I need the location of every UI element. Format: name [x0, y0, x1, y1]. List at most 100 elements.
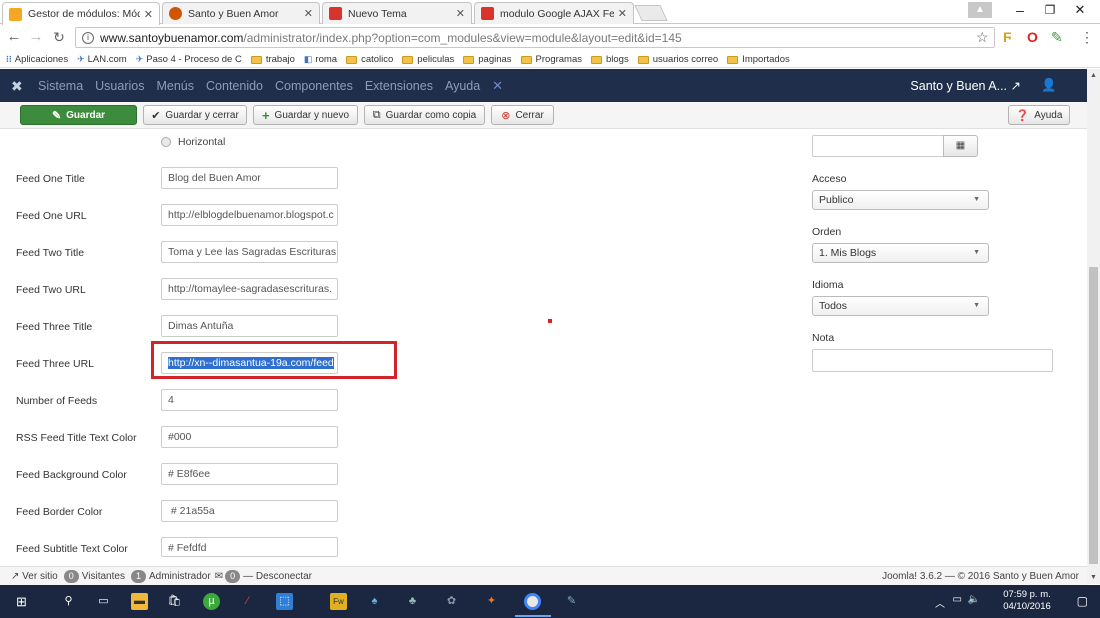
date-input[interactable] [812, 135, 944, 157]
notification-icon[interactable]: ▢ [1077, 594, 1088, 608]
help-button[interactable]: ❓ Ayuda [1008, 105, 1070, 125]
menu-menus[interactable]: Menús [156, 79, 194, 93]
chevron-up-icon[interactable]: ︿ [935, 595, 945, 610]
bookmark-catolico[interactable]: catolico [346, 54, 393, 65]
window-close-icon[interactable]: ✕ [1063, 0, 1097, 22]
utorrent-icon[interactable]: µ [203, 593, 220, 610]
radio-icon[interactable] [161, 137, 171, 147]
view-site-link[interactable]: ↗ Ver sitio [11, 571, 58, 582]
bookmark-programas[interactable]: Programas [520, 54, 582, 65]
number-of-feeds-input[interactable]: 4 [161, 389, 338, 411]
joomla-logo-icon[interactable]: ✖ [11, 79, 25, 93]
user-icon[interactable]: 👤 [1041, 78, 1057, 93]
app-pen-icon[interactable]: ✎ [563, 593, 580, 610]
bookmark-blogs[interactable]: blogs [591, 54, 629, 65]
close-icon[interactable]: ✕ [618, 7, 627, 20]
save-new-button[interactable]: + Guardar y nuevo [253, 105, 358, 125]
store-icon[interactable]: 🛍 [166, 593, 183, 610]
title-text-color-input[interactable]: #000 [161, 426, 338, 448]
feed-two-title-input[interactable]: Toma y Lee las Sagradas Escrituras [161, 241, 338, 263]
profile-icon[interactable]: ▲ [968, 2, 992, 18]
joomla-x-icon[interactable]: ✕ [492, 78, 503, 94]
scroll-up-icon[interactable]: ▲ [1087, 69, 1100, 82]
bookmark-peliculas[interactable]: peliculas [402, 54, 454, 65]
logout-link[interactable]: — Desconectar [243, 571, 312, 582]
extension-icon[interactable]: Ϝ [1003, 29, 1012, 45]
tool-icon[interactable]: ⁄ [239, 593, 256, 610]
scroll-down-icon[interactable]: ▼ [1087, 571, 1100, 584]
order-select[interactable]: 1. Mis Blogs ▼ [812, 243, 989, 263]
clock[interactable]: 07:59 p. m. 04/10/2016 [994, 589, 1060, 613]
bookmark-trabajo[interactable]: trabajo [250, 54, 295, 65]
tab-modulo-google[interactable]: modulo Google AJAX Fe ✕ [474, 2, 634, 24]
mail-icon[interactable]: ✉ [215, 571, 223, 582]
save-button[interactable]: ✎ Guardar [20, 105, 137, 125]
access-select[interactable]: Publico ▼ [812, 190, 989, 210]
menu-ayuda[interactable]: Ayuda [445, 79, 480, 93]
bookmark-importados[interactable]: Importados [727, 54, 790, 65]
bookmark-roma[interactable]: ◧ roma [304, 54, 337, 65]
app-blue-icon[interactable]: ♠ [366, 593, 383, 610]
menu-icon[interactable]: ⋮ [1080, 29, 1094, 46]
fireworks-icon[interactable]: Fw [330, 593, 347, 610]
close-icon[interactable]: ✕ [456, 7, 465, 20]
new-tab-button[interactable] [634, 5, 668, 21]
bookmark-paso4[interactable]: ✈ Paso 4 - Proceso de C [136, 54, 242, 65]
tab-nuevo-tema[interactable]: Nuevo Tema ✕ [322, 2, 472, 24]
url-input[interactable]: i www.santoybuenamor.com/administrator/i… [75, 27, 995, 48]
help-label: Ayuda [1034, 109, 1063, 121]
bookmark-paginas[interactable]: paginas [463, 54, 512, 65]
language-select[interactable]: Todos ▼ [812, 296, 989, 316]
opera-icon[interactable]: O [1027, 29, 1038, 45]
minimize-icon[interactable]: – [1003, 0, 1037, 22]
close-icon[interactable]: ✕ [144, 8, 153, 21]
calendar-icon[interactable]: ▦ [943, 135, 978, 157]
restore-icon[interactable]: ❐ [1033, 0, 1067, 22]
save-copy-button[interactable]: ⧉ Guardar como copia [364, 105, 485, 125]
border-color-input[interactable]: # 21a55a [161, 500, 338, 522]
app-icon[interactable]: ⬚ [276, 593, 293, 610]
tab-santo-buen-amor[interactable]: Santo y Buen Amor ✕ [162, 2, 320, 24]
feed-three-title-input[interactable]: Dimas Antuña [161, 315, 338, 337]
close-icon[interactable]: ✕ [304, 7, 313, 20]
volume-icon[interactable]: 🔈 [968, 594, 980, 605]
info-icon[interactable]: i [82, 31, 94, 44]
paint-icon[interactable]: ✿ [443, 593, 460, 610]
save-icon: ✎ [51, 109, 62, 122]
bookmark-apps[interactable]: ⁝⁝ Aplicaciones [6, 54, 68, 65]
network-icon[interactable]: ▭ [953, 594, 962, 605]
note-input[interactable] [812, 349, 1053, 372]
feed-one-title-input[interactable]: Blog del Buen Amor [161, 167, 338, 189]
scrollbar-thumb[interactable] [1089, 267, 1098, 564]
menu-extensiones[interactable]: Extensiones [365, 79, 433, 93]
task-view-icon[interactable]: ▭ [95, 593, 112, 610]
radio-horizontal[interactable]: Horizontal [161, 136, 225, 148]
bookmark-lan[interactable]: ✈ LAN.com [77, 54, 127, 65]
feed-two-url-input[interactable]: http://tomaylee-sagradasescrituras. [161, 278, 338, 300]
menu-componentes[interactable]: Componentes [275, 79, 353, 93]
reload-icon[interactable]: ↻ [50, 28, 68, 46]
pen-icon[interactable]: ✎ [1051, 29, 1063, 46]
back-icon[interactable]: ← [5, 28, 23, 46]
save-close-button[interactable]: ✔ Guardar y cerrar [143, 105, 247, 125]
app-orange-icon[interactable]: ✦ [483, 593, 500, 610]
feed-one-url-input[interactable]: http://elblogdelbuenamor.blogspot.c [161, 204, 338, 226]
background-color-input[interactable]: # E8f6ee [161, 463, 338, 485]
windows-start-icon[interactable]: ⊞ [13, 593, 30, 610]
menu-sistema[interactable]: Sistema [38, 79, 83, 93]
menu-usuarios[interactable]: Usuarios [95, 79, 144, 93]
menu-contenido[interactable]: Contenido [206, 79, 263, 93]
search-icon[interactable]: ⚲ [60, 593, 77, 610]
annotation-highlight-box [151, 341, 397, 379]
close-button[interactable]: ⊗ Cerrar [491, 105, 554, 125]
forward-icon[interactable]: → [27, 28, 45, 46]
app-gray-icon[interactable]: ♣ [404, 593, 421, 610]
star-icon[interactable]: ☆ [976, 29, 989, 46]
page-scrollbar[interactable]: ▲ ▼ [1087, 69, 1100, 584]
chrome-icon[interactable] [524, 593, 541, 610]
file-explorer-icon[interactable]: ▬ [131, 593, 148, 610]
bookmark-usuarios-correo[interactable]: usuarios correo [637, 54, 718, 65]
user-menu[interactable]: Santo y Buen A... ↗ [910, 78, 1021, 93]
tab-gestor-modulos[interactable]: Gestor de módulos: Mód ✕ [2, 2, 160, 25]
subtitle-text-color-input[interactable]: # Fefdfd [161, 537, 338, 557]
